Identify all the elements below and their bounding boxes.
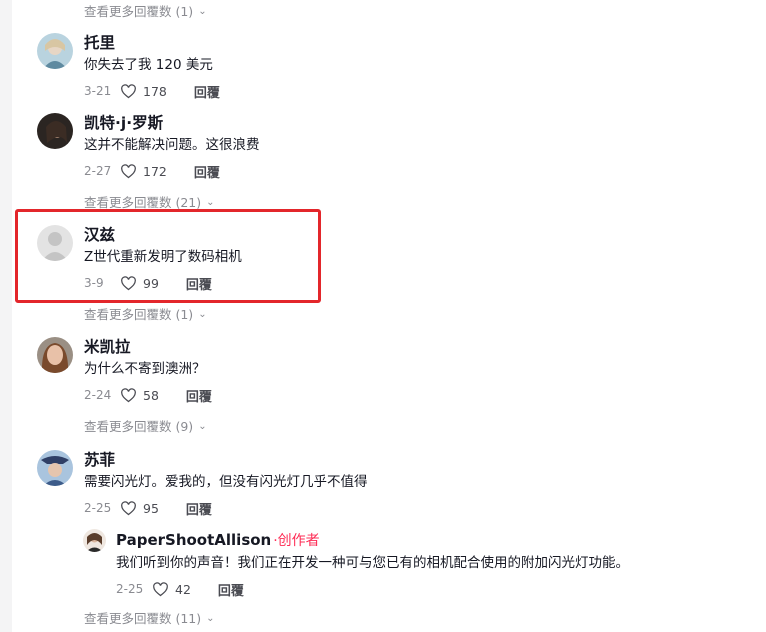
avatar[interactable]	[37, 33, 73, 69]
comment-date: 3-21	[84, 84, 112, 98]
reply-button[interactable]: 回覆	[186, 274, 212, 293]
comment-author[interactable]: 托里	[84, 33, 220, 53]
comment-author[interactable]: 凯特·j·罗斯	[84, 113, 260, 133]
chevron-down-icon: ⌄	[206, 197, 215, 208]
avatar[interactable]	[37, 113, 73, 149]
avatar[interactable]	[37, 450, 73, 486]
heart-icon	[121, 387, 136, 402]
avatar[interactable]	[37, 225, 73, 261]
comment-author[interactable]: 汉兹	[84, 225, 242, 245]
heart-icon	[121, 163, 136, 178]
comment-author[interactable]: PaperShootAllison	[116, 531, 271, 549]
like-button[interactable]: 99	[120, 275, 159, 292]
comment-author[interactable]: 苏菲	[84, 450, 368, 470]
reply-button[interactable]: 回覆	[186, 499, 212, 518]
like-count: 95	[143, 500, 159, 516]
comment-author[interactable]: 米凯拉	[84, 337, 212, 357]
heart-icon	[121, 83, 136, 98]
like-button[interactable]: 172	[120, 163, 167, 180]
comment-date: 2-27	[84, 164, 112, 178]
comment-date: 2-24	[84, 388, 112, 402]
comment-text: 这并不能解决问题。这很浪费	[84, 137, 260, 153]
view-more-replies-button[interactable]: 查看更多回覆数 (11) ⌄	[84, 608, 215, 627]
reply-button[interactable]: 回覆	[186, 386, 212, 405]
chevron-down-icon: ⌄	[206, 613, 215, 624]
comment-date: 2-25	[84, 501, 112, 515]
chevron-down-icon: ⌄	[198, 421, 207, 432]
view-more-replies-button[interactable]: 查看更多回覆数 (1) ⌄	[84, 1, 207, 20]
chevron-down-icon: ⌄	[198, 309, 207, 320]
view-more-replies-label: 查看更多回覆数 (1)	[84, 4, 194, 19]
comment-text: Z世代重新发明了数码相机	[84, 249, 242, 265]
left-gutter	[0, 0, 12, 632]
avatar[interactable]	[37, 337, 73, 373]
like-count: 42	[175, 581, 191, 597]
like-button[interactable]: 178	[120, 83, 167, 100]
heart-icon	[121, 500, 136, 515]
reply-button[interactable]: 回覆	[218, 580, 244, 599]
comment-date: 3-9	[84, 276, 104, 290]
view-more-replies-button[interactable]: 查看更多回覆数 (9) ⌄	[84, 416, 207, 435]
creator-badge: ·创作者	[273, 533, 320, 549]
view-more-replies-button[interactable]: 查看更多回覆数 (1) ⌄	[84, 304, 207, 323]
like-button[interactable]: 58	[120, 387, 159, 404]
view-more-replies-label: 查看更多回覆数 (1)	[84, 307, 194, 322]
comment-date: 2-25	[116, 582, 144, 596]
avatar[interactable]	[83, 529, 106, 552]
like-count: 178	[143, 83, 167, 99]
like-button[interactable]: 95	[120, 500, 159, 517]
like-count: 99	[143, 275, 159, 291]
comment-text: 我们听到你的声音！我们正在开发一种可与您已有的相机配合使用的附加闪光灯功能。	[116, 555, 629, 571]
like-count: 172	[143, 163, 167, 179]
like-count: 58	[143, 387, 159, 403]
chevron-down-icon: ⌄	[198, 6, 207, 17]
reply-button[interactable]: 回覆	[194, 82, 220, 101]
view-more-replies-label: 查看更多回覆数 (11)	[84, 611, 202, 626]
reply-button[interactable]: 回覆	[194, 162, 220, 181]
comment-text: 需要闪光灯。爱我的，但没有闪光灯几乎不值得	[84, 474, 368, 490]
comment-text: 为什么不寄到澳洲？	[84, 361, 206, 377]
view-more-replies-label: 查看更多回覆数 (9)	[84, 419, 194, 434]
like-button[interactable]: 42	[152, 581, 191, 598]
heart-icon	[153, 581, 168, 596]
heart-icon	[121, 275, 136, 290]
comment-text: 你失去了我 120 美元	[84, 57, 213, 73]
